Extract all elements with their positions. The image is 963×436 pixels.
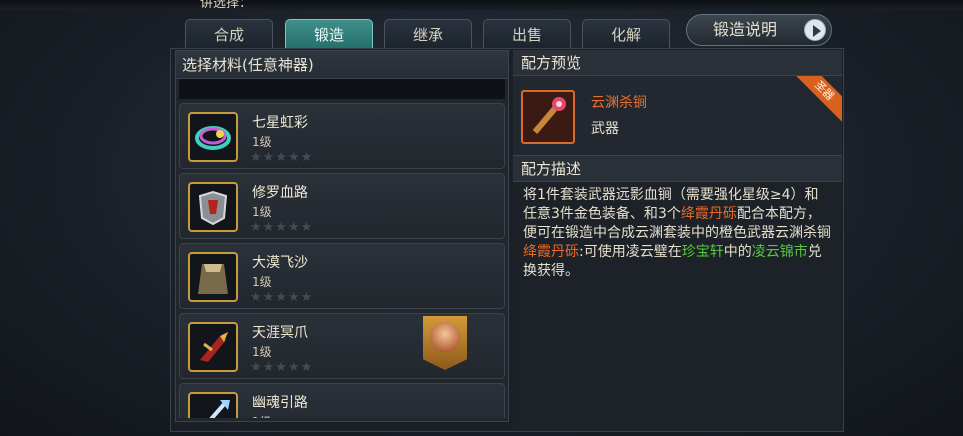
recipe-preview-title: 配方预览 — [513, 50, 842, 76]
avatar — [430, 322, 460, 352]
cloak-icon — [188, 252, 238, 302]
forge-help-button[interactable]: 锻造说明 — [686, 14, 832, 46]
recipe-panel: 配方预览 云渊杀锏 武器 圣器 配方描述 将1件套装武器远影血锏（需要强化星级≥… — [513, 50, 842, 430]
list-item[interactable]: 七星虹彩 1级 ★★★★★ — [179, 103, 505, 169]
mace-icon — [521, 90, 575, 144]
list-item[interactable]: 大漠飞沙 1级 ★★★★★ — [179, 243, 505, 309]
hero-avatar-badge — [423, 316, 467, 370]
tab-sell[interactable]: 出售 — [483, 19, 571, 49]
item-level: 1级 — [252, 135, 272, 149]
list-item[interactable]: 幽魂引路 1级 — [179, 383, 505, 418]
item-stars: ★★★★★ — [250, 220, 314, 235]
item-name: 修罗血路 — [252, 185, 308, 201]
recipe-desc-title: 配方描述 — [513, 156, 842, 182]
material-list[interactable]: 七星虹彩 1级 ★★★★★ 修罗血路 1级 ★★★★★ 大漠飞沙 1级 ★★★★… — [179, 103, 505, 418]
material-panel: 选择材料(任意神器) 七星虹彩 1级 ★★★★★ 修罗血路 1级 ★★★★★ 大… — [175, 50, 509, 422]
top-strip: 讲选择： — [0, 0, 963, 11]
item-level: 1级 — [252, 345, 272, 359]
tab-synthesize[interactable]: 合成 — [185, 19, 273, 49]
item-stars: ★★★★★ — [250, 290, 314, 305]
recipe-type: 武器 — [591, 121, 619, 137]
list-item[interactable]: 天涯冥爪 1级 ★★★★★ — [179, 313, 505, 379]
list-item[interactable]: 修罗血路 1级 ★★★★★ — [179, 173, 505, 239]
recipe-description: 将1件套装武器远影血锏（需要强化星级≥4）和任意3件金色装备、和3个绛霞丹砾配合… — [513, 182, 842, 285]
item-stars: ★★★★★ — [250, 360, 314, 375]
item-name: 大漠飞沙 — [252, 255, 308, 271]
item-level: 1级 — [252, 413, 272, 418]
rarity-ribbon: 圣器 — [789, 76, 842, 126]
desc-text: :可使用凌云璧在 — [579, 244, 682, 260]
recipe-preview[interactable]: 云渊杀锏 武器 圣器 — [513, 76, 842, 156]
recipe-name: 云渊杀锏 — [591, 95, 647, 111]
claw-icon — [188, 322, 238, 372]
item-name: 幽魂引路 — [252, 395, 308, 411]
tab-forge[interactable]: 锻造 — [285, 19, 373, 49]
header-fragment: 讲选择： — [200, 0, 253, 11]
material-panel-title: 选择材料(任意神器) — [176, 51, 508, 79]
desc-highlight-shop: 珍宝轩 — [681, 244, 724, 260]
spear-icon — [188, 392, 238, 418]
item-level: 1级 — [252, 205, 272, 219]
desc-highlight-market: 凌云锦市 — [751, 244, 808, 260]
item-stars: ★★★★★ — [250, 150, 314, 165]
rainbow-jewel-icon — [188, 112, 238, 162]
armor-icon — [188, 182, 238, 232]
tab-dissolve[interactable]: 化解 — [582, 19, 670, 49]
arrow-right-icon — [804, 19, 826, 41]
tab-inherit[interactable]: 继承 — [384, 19, 472, 49]
forge-help-label: 锻造说明 — [713, 20, 778, 39]
desc-text: 中的 — [723, 244, 752, 260]
desc-highlight-material: 绛霞丹砾 — [523, 244, 579, 260]
item-name: 天涯冥爪 — [252, 325, 308, 341]
material-filter-bar — [179, 79, 505, 99]
item-level: 1级 — [252, 275, 272, 289]
desc-highlight-material: 绛霞丹砾 — [680, 206, 737, 222]
item-name: 七星虹彩 — [252, 115, 308, 131]
